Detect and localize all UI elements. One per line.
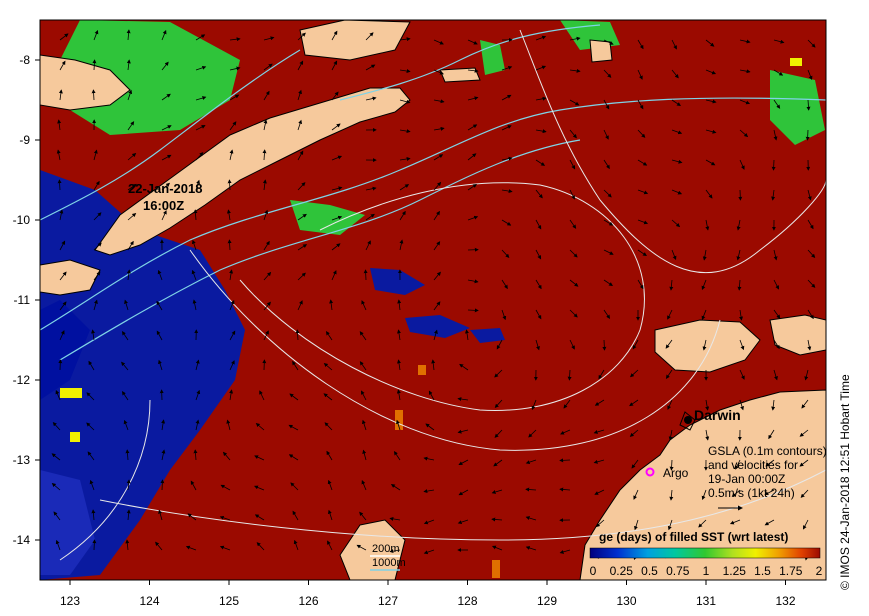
velocity-arrow [92,539,97,551]
colorbar-tick-label: 0.75 [666,564,690,578]
x-tick-label: 126 [298,594,318,608]
gsla-legend-line1: GSLA (0.1m contours) [708,444,827,458]
velocity-arrow [602,339,607,351]
y-tick-label: -12 [13,373,31,387]
x-tick-label: 129 [537,594,557,608]
y-tick-label: -11 [14,293,31,307]
colorbar-tick-label: 0.5 [641,564,658,578]
darwin-marker [684,416,692,424]
credit-label: © IMOS 24-Jan-2018 12:51 Hobart Time [838,374,852,590]
y-tick-label: -8 [19,53,30,67]
velocity-arrow [160,479,165,491]
velocity-arrow [805,129,810,141]
y-tick-label: -9 [19,133,30,147]
colorbar-tick-label: 1.5 [754,564,771,578]
y-tick-label: -10 [13,213,31,227]
x-tick-label: 130 [616,594,636,608]
colorbar-ticks: 0 0.25 0.5 0.75 1 1.25 1.5 1.75 2 [590,564,823,578]
gsla-legend-line4: 0.5m/s (1kt 24h) [708,486,795,500]
date-label-line1: 22-Jan-2018 [128,181,202,196]
velocity-arrow [363,269,368,281]
colorbar-tick-label: 2 [816,564,823,578]
velocity-arrow [771,159,776,171]
colorbar-tick-label: 1.25 [723,564,747,578]
colorbar-tick-label: 0.25 [610,564,634,578]
x-tick-label: 125 [219,594,239,608]
x-tick-label: 123 [60,594,80,608]
x-axis-ticks: 123 124 125 126 127 128 129 130 131 132 [60,580,796,608]
argo-label: Argo [663,466,689,480]
colorbar-tick-label: 1 [703,564,710,578]
depth-1000-label: 1000m [372,557,406,569]
x-tick-label: 131 [696,594,716,608]
gsla-legend-line2: and velocities for [708,458,798,472]
date-label-line2: 16:00Z [143,198,184,213]
colorbar-tick-label: 1.75 [779,564,803,578]
velocity-arrow [559,458,571,463]
y-axis-ticks: -8 -9 -10 -11 -12 -13 -14 [13,53,40,547]
y-tick-label: -14 [13,533,31,547]
gsla-legend-line3: 19-Jan 00:00Z [708,472,785,486]
depth-200-label: 200m [372,543,400,555]
colorbar [589,547,821,559]
sst-map: 22-Jan-2018 16:00Z Darwin Argo GSLA (0.1… [13,19,827,608]
x-tick-label: 124 [139,594,159,608]
velocity-arrow [467,308,479,313]
y-tick-label: -13 [13,453,31,467]
colorbar-title: ge (days) of filled SST (wrt latest) [599,530,788,544]
x-tick-label: 127 [378,594,398,608]
x-tick-label: 128 [457,594,477,608]
darwin-label: Darwin [694,407,741,423]
colorbar-tick-label: 0 [590,564,597,578]
x-tick-label: 132 [775,594,795,608]
